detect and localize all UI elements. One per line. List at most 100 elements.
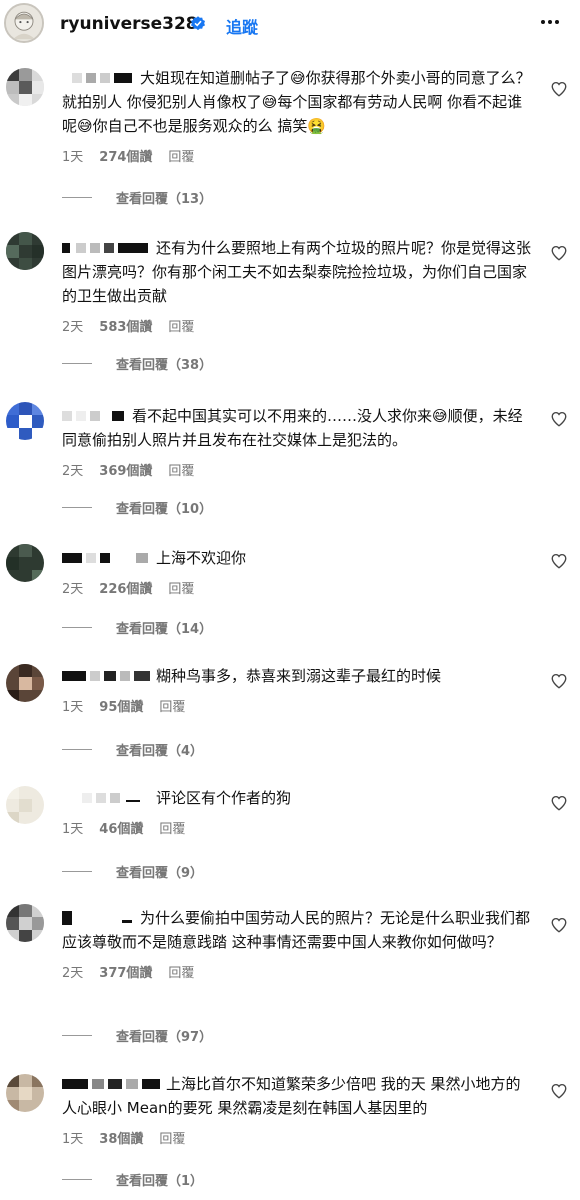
redacted-username	[72, 73, 132, 83]
view-replies-label: 查看回覆（1）	[116, 1174, 204, 1189]
comment-time: 2天	[62, 966, 84, 981]
view-replies-button[interactable]: 查看回覆（4）	[62, 740, 203, 759]
view-replies-label: 查看回覆（13）	[116, 192, 213, 207]
comment-text: 看不起中国其实可以不用来的……没人求你来😅顺便，未经同意偷拍别人照片并且发布在社…	[62, 407, 523, 449]
reply-button[interactable]: 回覆	[168, 146, 194, 165]
username[interactable]: ryuniverse328	[60, 14, 198, 34]
reply-button[interactable]: 回覆	[168, 962, 194, 981]
comment-content: 上海不欢迎你	[62, 546, 532, 570]
view-replies-button[interactable]: 查看回覆（1）	[62, 1170, 203, 1189]
comment-meta: 2天 377個讚 回覆	[62, 962, 532, 981]
divider	[62, 749, 92, 750]
reply-button[interactable]: 回覆	[159, 818, 185, 837]
commenter-avatar[interactable]	[6, 402, 44, 440]
view-replies-button[interactable]: 查看回覆（9）	[62, 862, 203, 881]
comment-content: 还有为什么要照地上有两个垃圾的照片呢？你是觉得这张图片漂亮吗？你有那个闲工夫不如…	[62, 236, 532, 308]
heart-icon[interactable]	[550, 244, 568, 262]
comment-likes[interactable]: 46個讚	[99, 818, 143, 837]
heart-icon[interactable]	[550, 410, 568, 428]
view-replies-button[interactable]: 查看回覆（14）	[62, 618, 212, 637]
heart-icon[interactable]	[550, 552, 568, 570]
comment-likes[interactable]: 38個讚	[99, 1128, 143, 1147]
comment-content: 上海比首尔不知道繁荣多少倍吧 我的天 果然小地方的人心眼小 Mean的要死 果然…	[62, 1072, 532, 1120]
view-replies-label: 查看回覆（4）	[116, 744, 204, 759]
comment-content: 看不起中国其实可以不用来的……没人求你来😅顺便，未经同意偷拍别人照片并且发布在社…	[62, 404, 532, 452]
profile-avatar[interactable]	[4, 3, 44, 43]
comment-body: 看不起中国其实可以不用来的……没人求你来😅顺便，未经同意偷拍别人照片并且发布在社…	[62, 404, 532, 479]
comment-time: 2天	[62, 582, 84, 597]
divider	[62, 197, 92, 198]
avatar-pixelated	[6, 544, 44, 582]
comment-meta: 1天 38個讚 回覆	[62, 1128, 532, 1147]
reply-button[interactable]: 回覆	[168, 460, 194, 479]
divider	[62, 507, 92, 508]
heart-icon[interactable]	[550, 916, 568, 934]
heart-icon[interactable]	[550, 1082, 568, 1100]
avatar-illustration	[6, 5, 42, 41]
reply-button[interactable]: 回覆	[159, 696, 185, 715]
commenter-avatar[interactable]	[6, 1074, 44, 1112]
redacted-username	[62, 1079, 160, 1089]
avatar-pixelated	[6, 664, 44, 702]
comment-meta: 1天 95個讚 回覆	[62, 696, 532, 715]
more-dots-icon[interactable]	[538, 10, 562, 34]
comment-content: 为什么要偷拍中国劳动人民的照片？无论是什么职业我们都应该尊敬而不是随意践踏 这种…	[62, 906, 532, 954]
redacted-username	[62, 243, 148, 253]
view-replies-label: 查看回覆（97）	[116, 1030, 213, 1045]
view-replies-button[interactable]: 查看回覆（10）	[62, 498, 212, 517]
view-replies-button[interactable]: 查看回覆（13）	[62, 188, 212, 207]
commenter-avatar[interactable]	[6, 786, 44, 824]
reply-button[interactable]: 回覆	[159, 1128, 185, 1147]
comment-likes[interactable]: 369個讚	[99, 460, 152, 479]
avatar-pixelated	[6, 786, 44, 824]
comment-likes[interactable]: 95個讚	[99, 696, 143, 715]
comment-likes[interactable]: 274個讚	[99, 146, 152, 165]
divider	[62, 1035, 92, 1036]
comment-body: 大姐现在知道删帖子了😅你获得那个外卖小哥的同意了么？就拍别人 你侵犯别人肖像权了…	[62, 66, 532, 165]
divider	[62, 363, 92, 364]
comment-text: 评论区有个作者的狗	[156, 789, 292, 807]
heart-icon[interactable]	[550, 80, 568, 98]
comment-likes[interactable]: 226個讚	[99, 578, 152, 597]
follow-button[interactable]: 追蹤	[226, 14, 258, 38]
commenter-avatar[interactable]	[6, 664, 44, 702]
verified-badge-icon	[191, 16, 205, 31]
comment-text: 糊种鸟事多，恭喜来到溺这辈子最红的时候	[156, 667, 442, 685]
commenter-avatar[interactable]	[6, 904, 44, 942]
comment-content: 糊种鸟事多，恭喜来到溺这辈子最红的时候	[62, 664, 532, 688]
comment-content: 评论区有个作者的狗	[62, 786, 532, 810]
comment-body: 上海比首尔不知道繁荣多少倍吧 我的天 果然小地方的人心眼小 Mean的要死 果然…	[62, 1072, 532, 1147]
comment-body: 还有为什么要照地上有两个垃圾的照片呢？你是觉得这张图片漂亮吗？你有那个闲工夫不如…	[62, 236, 532, 335]
reply-button[interactable]: 回覆	[168, 578, 194, 597]
redacted-username	[62, 671, 150, 681]
commenter-avatar[interactable]	[6, 232, 44, 270]
comment-meta: 2天 583個讚 回覆	[62, 316, 532, 335]
comment-likes[interactable]: 377個讚	[99, 962, 152, 981]
view-replies-button[interactable]: 查看回覆（38）	[62, 354, 212, 373]
redacted-username	[62, 911, 132, 925]
view-replies-button[interactable]: 查看回覆（97）	[62, 1026, 212, 1045]
view-replies-label: 查看回覆（14）	[116, 622, 213, 637]
comment-meta: 1天 274個讚 回覆	[62, 146, 532, 165]
comment-meta: 1天 46個讚 回覆	[62, 818, 532, 837]
commenter-avatar[interactable]	[6, 544, 44, 582]
heart-icon[interactable]	[550, 672, 568, 690]
redacted-username	[62, 553, 148, 563]
redacted-username	[62, 411, 124, 421]
heart-icon[interactable]	[550, 794, 568, 812]
avatar-pixelated	[6, 904, 44, 942]
comment-time: 1天	[62, 700, 84, 715]
comment-time: 1天	[62, 1132, 84, 1147]
comment-body: 评论区有个作者的狗 1天 46個讚 回覆	[62, 786, 532, 837]
avatar-pixelated	[6, 68, 44, 106]
comment-meta: 2天 226個讚 回覆	[62, 578, 532, 597]
comment-likes[interactable]: 583個讚	[99, 316, 152, 335]
comment-body: 上海不欢迎你 2天 226個讚 回覆	[62, 546, 532, 597]
comment-body: 糊种鸟事多，恭喜来到溺这辈子最红的时候 1天 95個讚 回覆	[62, 664, 532, 715]
comment-time: 2天	[62, 320, 84, 335]
redacted-username	[82, 793, 140, 803]
avatar-pixelated	[6, 402, 44, 440]
reply-button[interactable]: 回覆	[168, 316, 194, 335]
divider	[62, 1179, 92, 1180]
commenter-avatar[interactable]	[6, 68, 44, 106]
